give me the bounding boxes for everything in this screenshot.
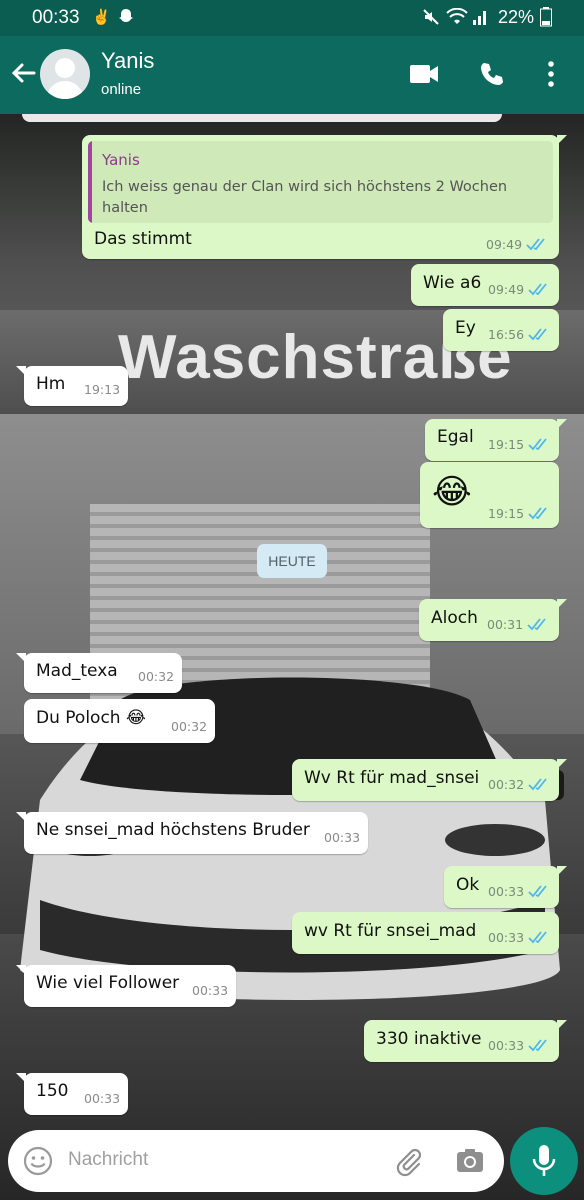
message-composer[interactable]: Nachricht (8, 1130, 504, 1192)
message-bubble[interactable]: Du Poloch 😂 00:32 (24, 699, 215, 743)
message-bubble[interactable]: Wie a6 09:49 (411, 264, 559, 306)
message-text: Hm (36, 374, 66, 394)
battery-icon (540, 7, 552, 31)
message-text: 330 inaktive (376, 1029, 482, 1049)
message-text: Wie a6 (423, 273, 482, 293)
chat-header: Yanis online (0, 36, 584, 114)
message-text: Wv Rt für mad_snsei (304, 768, 480, 788)
message-bubble[interactable]: Wie viel Follower 00:33 (16, 965, 236, 1007)
message-text: Ey (455, 318, 476, 338)
message-time: 19:15 (488, 437, 525, 452)
read-ticks-icon (528, 931, 547, 944)
read-ticks-icon (528, 438, 547, 451)
read-ticks-icon (528, 507, 547, 520)
mic-icon (532, 1145, 556, 1176)
video-call-icon[interactable] (408, 60, 440, 92)
message-bubble[interactable]: 😂 19:15 (420, 462, 559, 528)
message-time: 00:32 (138, 669, 175, 684)
message-bubble[interactable]: 330 inaktive 00:33 (364, 1020, 567, 1062)
status-time: 00:33 (32, 7, 80, 28)
message-time: 00:32 (488, 777, 525, 792)
message-bubble[interactable]: Hm 19:13 (16, 366, 128, 406)
more-options-icon[interactable] (546, 60, 556, 92)
message-bubble[interactable]: Wv Rt für mad_snsei 00:32 (292, 759, 567, 801)
message-text: Egal (437, 427, 474, 447)
message-time: 09:49 (488, 282, 525, 297)
message-bubble[interactable]: Ne snsei_mad höchstens Bruder 00:33 (16, 812, 368, 854)
read-ticks-icon (528, 1039, 547, 1052)
message-time: 00:32 (171, 719, 208, 734)
hand-gesture-icon: ✌ (92, 9, 111, 26)
message-text: Mad_texa (36, 661, 118, 681)
chat-area[interactable]: Waschstraße Yanis Ich weiss genau der Cl… (0, 114, 584, 1200)
camera-icon[interactable] (455, 1146, 485, 1180)
phone-call-icon[interactable] (478, 60, 506, 92)
message-time: 09:49 (486, 237, 523, 252)
message-text: 150 (36, 1081, 69, 1101)
message-time: 00:33 (488, 1038, 525, 1053)
message-bubble[interactable]: Egal 19:15 (425, 419, 567, 461)
message-bubble[interactable]: Ey 16:56 (443, 309, 559, 351)
read-ticks-icon (528, 778, 547, 791)
snapchat-ghost-icon (118, 8, 134, 28)
quote-author: Yanis (102, 151, 140, 169)
emoji-message: 😂 (432, 472, 472, 512)
read-ticks-icon (528, 885, 547, 898)
message-time: 16:56 (488, 327, 525, 342)
battery-percent: 22% (497, 7, 534, 27)
emoji-icon[interactable] (23, 1146, 53, 1180)
read-ticks-icon (528, 283, 547, 296)
mic-button[interactable] (510, 1127, 578, 1195)
message-time: 00:33 (488, 930, 525, 945)
message-text: Wie viel Follower (36, 973, 180, 993)
message-bubble[interactable]: 150 00:33 (16, 1073, 128, 1115)
message-bubble[interactable]: Yanis Ich weiss genau der Clan wird sich… (82, 135, 567, 259)
back-arrow-icon[interactable] (8, 58, 38, 88)
message-bubble[interactable]: Mad_texa 00:32 (16, 653, 182, 693)
read-ticks-icon (528, 328, 547, 341)
message-time: 00:33 (324, 830, 361, 845)
status-bar: 00:33 ✌ 22% (0, 0, 584, 36)
attach-icon[interactable] (392, 1145, 424, 1181)
message-time: 00:33 (84, 1091, 121, 1106)
message-time: 19:15 (488, 506, 525, 521)
date-divider: HEUTE (257, 544, 327, 578)
mute-icon (422, 8, 440, 30)
message-time: 00:33 (488, 884, 525, 899)
partial-bubble (22, 114, 502, 122)
message-text: Ne snsei_mad höchstens Bruder (36, 820, 310, 840)
message-input[interactable]: Nachricht (68, 1149, 148, 1171)
wifi-icon (446, 7, 468, 30)
message-bubble[interactable]: Aloch 00:31 (419, 599, 567, 641)
signal-icon (472, 8, 488, 30)
quote-text: Ich weiss genau der Clan wird sich höchs… (102, 179, 508, 216)
message-text: Ok (456, 875, 480, 895)
quoted-message[interactable]: Yanis Ich weiss genau der Clan wird sich… (88, 141, 553, 223)
message-time: 00:33 (192, 983, 229, 998)
message-text: Aloch (431, 608, 478, 628)
contact-status: online (101, 81, 142, 98)
contact-name[interactable]: Yanis (101, 48, 154, 74)
message-text: Du Poloch 😂 (36, 708, 146, 728)
avatar[interactable] (40, 49, 90, 99)
read-ticks-icon (526, 238, 545, 251)
message-text: wv Rt für snsei_mad (304, 921, 477, 941)
message-time: 00:31 (487, 617, 524, 632)
read-ticks-icon (527, 618, 546, 631)
message-text: Das stimmt (94, 229, 192, 249)
message-bubble[interactable]: wv Rt für snsei_mad 00:33 (292, 912, 559, 954)
message-time: 19:13 (84, 382, 121, 397)
message-bubble[interactable]: Ok 00:33 (444, 866, 567, 908)
